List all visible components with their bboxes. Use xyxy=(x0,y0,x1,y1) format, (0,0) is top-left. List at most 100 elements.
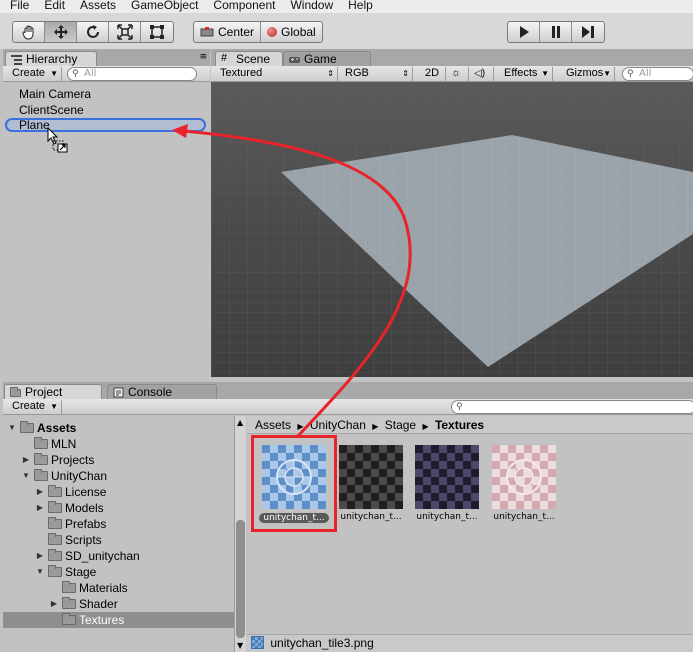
menu-gameobject[interactable]: GameObject xyxy=(123,0,205,11)
breadcrumb-assets[interactable]: Assets xyxy=(255,418,291,432)
tree-item[interactable]: ▼ UnityChan xyxy=(21,469,107,483)
menu-component[interactable]: Component xyxy=(205,0,282,11)
scroll-up-arrow-icon[interactable]: ▲ xyxy=(237,418,243,427)
gizmos-dropdown[interactable]: Gizmos ▼ xyxy=(560,67,615,81)
tree-item[interactable]: Prefabs xyxy=(35,517,106,531)
scene-audio-toggle[interactable]: ◁) xyxy=(470,67,494,81)
hierarchy-item-main-camera[interactable]: Main Camera xyxy=(19,87,91,101)
breadcrumb-unitychan[interactable]: UnityChan xyxy=(310,418,366,432)
move-tool-button[interactable] xyxy=(45,22,77,42)
menu-window[interactable]: Window xyxy=(282,0,340,11)
render-mode-dropdown[interactable]: RGB ⇕ xyxy=(339,67,413,81)
tree-item[interactable]: ▶ SD_unitychan xyxy=(35,549,140,563)
shading-mode-dropdown[interactable]: Textured ⇕ xyxy=(214,67,338,81)
project-toolbar: Create ▼ ⚲ xyxy=(3,399,693,415)
expand-arrow-icon[interactable]: ▼ xyxy=(21,469,31,483)
toggle-2d-label: 2D xyxy=(425,67,440,79)
speaker-icon: ◁) xyxy=(474,68,486,79)
tree-item[interactable]: ▶ Shader xyxy=(49,597,118,611)
pivot-center-toggle[interactable]: Center xyxy=(194,22,262,42)
pivot-center-label: Center xyxy=(218,25,255,39)
hierarchy-search-input[interactable]: ⚲ All xyxy=(67,67,197,81)
tab-project[interactable]: Project xyxy=(4,384,102,400)
folder-icon xyxy=(62,613,76,625)
annotation-selection-box xyxy=(251,435,337,532)
play-button[interactable] xyxy=(508,22,540,42)
dropdown-arrow-icon: ⇕ xyxy=(327,69,334,78)
pause-icon xyxy=(551,26,560,38)
folder-icon xyxy=(48,517,62,529)
folder-icon xyxy=(62,597,76,609)
scene-toolbar: Textured ⇕ RGB ⇕ 2D ☼ ◁) Effects ▼ Gizmo… xyxy=(211,66,693,82)
tab-hierarchy-label: Hierarchy xyxy=(26,52,78,66)
tree-item[interactable]: ▶ License xyxy=(35,485,106,499)
expand-arrow-icon[interactable]: ▼ xyxy=(35,565,45,579)
tab-hierarchy[interactable]: Hierarchy xyxy=(5,51,97,67)
scale-tool-button[interactable] xyxy=(109,22,141,42)
tree-item[interactable]: Scripts xyxy=(35,533,102,547)
rect-tool-button[interactable] xyxy=(141,22,173,42)
asset-tile[interactable]: unitychan_t... xyxy=(334,445,408,522)
menu-file[interactable]: File xyxy=(0,0,36,11)
render-mode-label: RGB xyxy=(345,67,369,79)
scene-panel: # Scene Game Textured ⇕ RGB ⇕ 2D ☼ ◁) Ef… xyxy=(211,49,693,377)
scrollbar-thumb[interactable] xyxy=(236,520,245,638)
panel-menu-icon[interactable]: ≡ xyxy=(199,53,207,62)
breadcrumb-separator-icon: ▶ xyxy=(422,422,429,431)
tab-game[interactable]: Game xyxy=(283,51,371,67)
effects-dropdown[interactable]: Effects ▼ xyxy=(498,67,553,81)
breadcrumb-textures[interactable]: Textures xyxy=(435,418,484,432)
project-create-dropdown[interactable]: Create ▼ xyxy=(6,400,62,414)
hierarchy-tabbar: Hierarchy ≡ xyxy=(3,49,210,67)
tree-item[interactable]: ▼ Stage xyxy=(35,565,96,579)
project-status-bar: unitychan_tile3.png xyxy=(247,634,693,652)
menu-help[interactable]: Help xyxy=(340,0,380,11)
tree-item-label: Models xyxy=(65,501,104,515)
collapse-arrow-icon[interactable]: ▶ xyxy=(49,597,59,611)
toggle-2d-button[interactable]: 2D xyxy=(420,67,446,81)
collapse-arrow-icon[interactable]: ▶ xyxy=(35,485,45,499)
rotate-tool-button[interactable] xyxy=(77,22,109,42)
scene-viewport[interactable] xyxy=(211,82,693,377)
tree-item[interactable]: Textures xyxy=(49,613,124,627)
step-button[interactable] xyxy=(572,22,604,42)
scene-lighting-toggle[interactable]: ☼ xyxy=(447,67,469,81)
scene-search-input[interactable]: ⚲ All xyxy=(622,67,693,81)
collapse-arrow-icon[interactable]: ▶ xyxy=(35,501,45,515)
tree-item[interactable]: ▶ Models xyxy=(35,501,104,515)
pause-button[interactable] xyxy=(540,22,572,42)
hierarchy-search-placeholder: All xyxy=(84,68,97,79)
menu-edit[interactable]: Edit xyxy=(36,0,72,11)
tree-item[interactable]: MLN xyxy=(21,437,76,451)
project-search-input[interactable]: ⚲ xyxy=(451,400,693,414)
scroll-down-arrow-icon[interactable]: ▼ xyxy=(237,641,243,650)
tree-item[interactable]: ▼ Assets xyxy=(7,421,76,435)
hierarchy-item-plane[interactable]: Plane xyxy=(19,118,50,132)
dropdown-arrow-icon: ▼ xyxy=(50,402,58,411)
asset-tile[interactable]: unitychan_t... xyxy=(487,445,561,522)
hierarchy-create-dropdown[interactable]: Create ▼ xyxy=(6,67,62,81)
rotate-tool-icon xyxy=(86,25,99,38)
tab-scene[interactable]: # Scene xyxy=(215,51,283,67)
collapse-arrow-icon[interactable]: ▶ xyxy=(21,453,31,467)
expand-arrow-icon[interactable]: ▼ xyxy=(7,421,17,435)
pivot-global-label: Global xyxy=(281,25,316,39)
asset-tile[interactable]: unitychan_t... xyxy=(410,445,484,522)
texture-thumbnail-pink xyxy=(492,445,556,509)
tab-console[interactable]: Console xyxy=(107,384,217,400)
hierarchy-item-clientscene[interactable]: ClientScene xyxy=(19,103,84,117)
tree-item[interactable]: Materials xyxy=(49,581,128,595)
tree-item[interactable]: ▶ Projects xyxy=(21,453,94,467)
folder-icon xyxy=(34,469,48,481)
scene-grid-icon: # xyxy=(221,52,228,64)
tree-scrollbar[interactable]: ▲ ▼ xyxy=(234,416,246,652)
tree-item-label: Textures xyxy=(79,613,125,627)
collapse-arrow-icon[interactable]: ▶ xyxy=(35,549,45,563)
breadcrumb: Assets ▶ UnityChan ▶ Stage ▶ Textures xyxy=(247,416,693,434)
menu-assets[interactable]: Assets xyxy=(72,0,123,11)
hand-tool-button[interactable] xyxy=(13,22,45,42)
pivot-global-toggle[interactable]: Global xyxy=(261,22,322,42)
breadcrumb-stage[interactable]: Stage xyxy=(385,418,416,432)
scene-search-placeholder: All xyxy=(639,68,652,79)
unitychan-emblem-icon xyxy=(506,459,542,495)
